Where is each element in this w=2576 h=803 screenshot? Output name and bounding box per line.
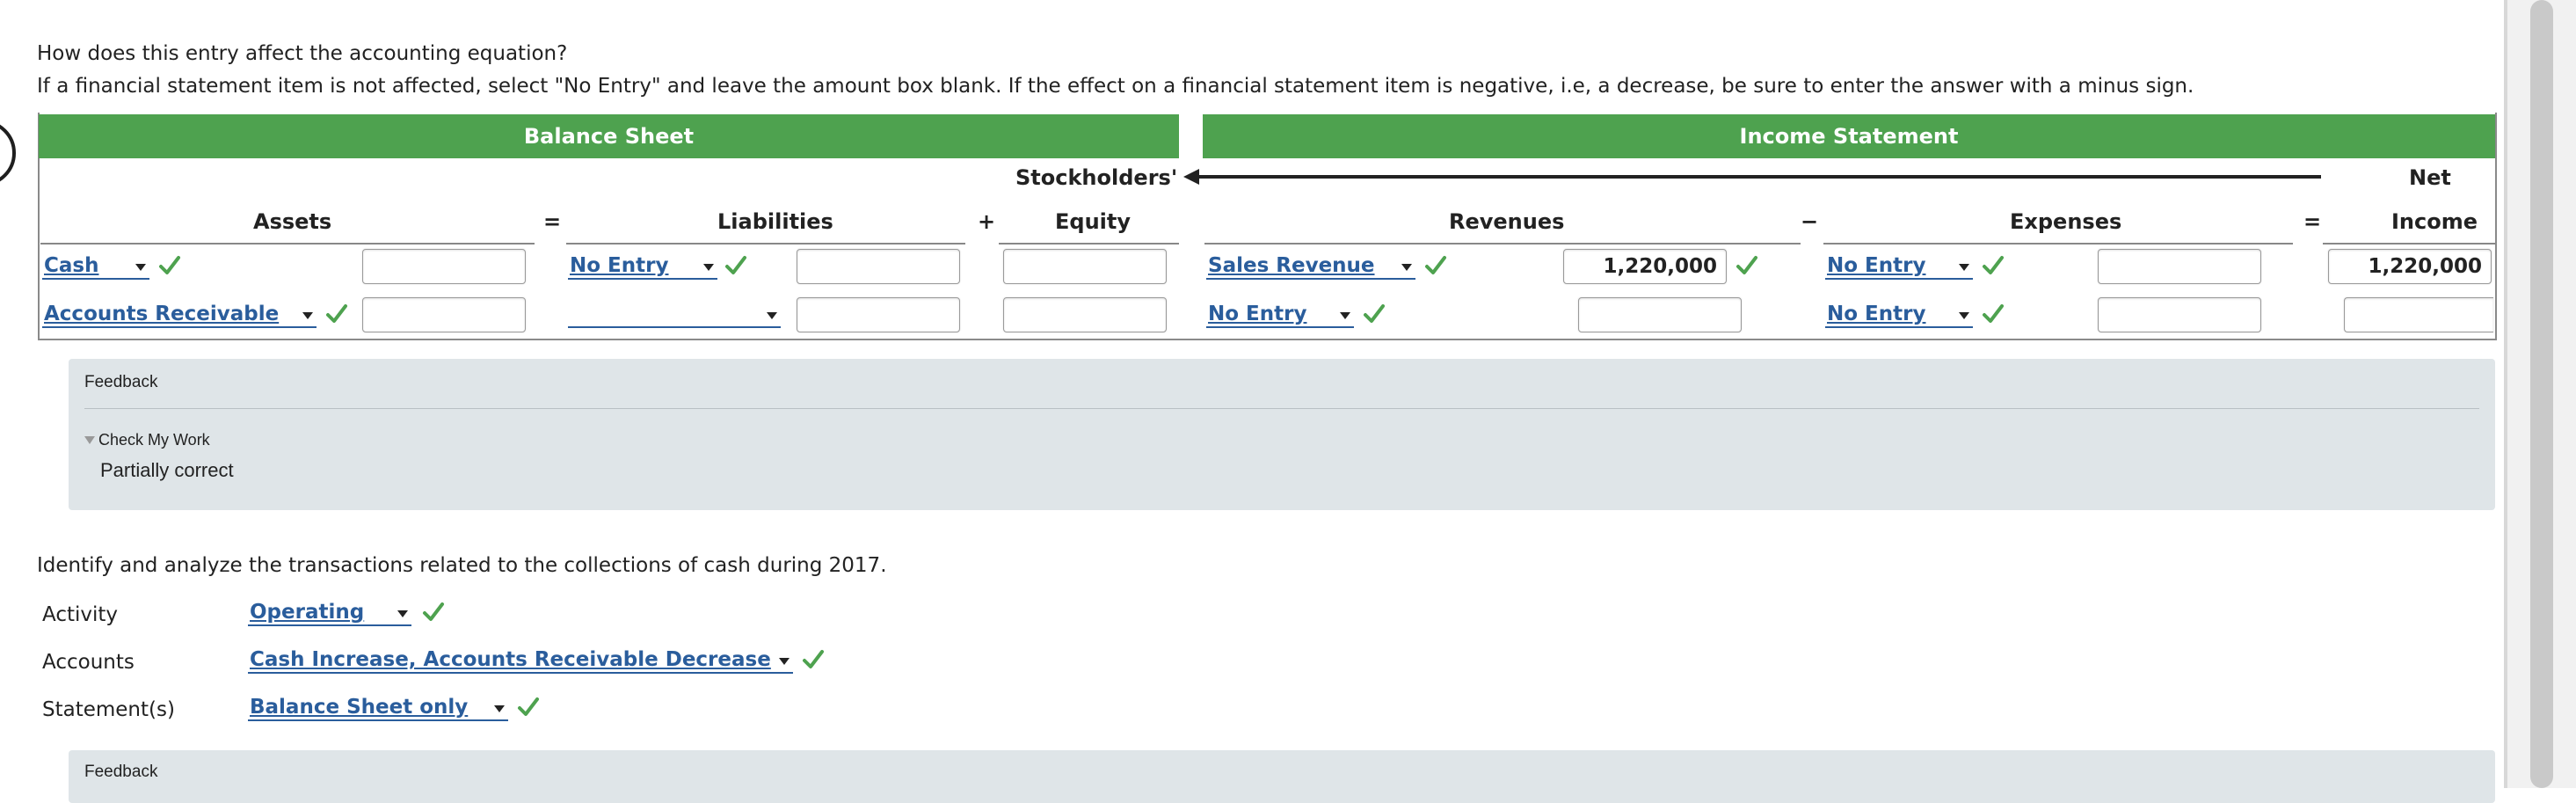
feedback-panel-2: Feedback [69, 750, 2495, 803]
scrollbar-thumb[interactable] [2530, 0, 2553, 788]
check-icon [1983, 304, 2004, 323]
dropdown-arrow-icon [1401, 264, 1412, 271]
minus-sign: − [1801, 209, 1819, 234]
accounts-label: Accounts [42, 651, 135, 674]
income-heading: Income [2391, 209, 2478, 234]
feedback-title: Feedback [84, 373, 158, 391]
statements-select[interactable]: Balance Sheet only [248, 695, 508, 721]
check-icon [803, 650, 824, 668]
net-income-input[interactable] [2344, 297, 2493, 332]
check-icon [326, 304, 347, 323]
liability-amount-input[interactable] [797, 249, 960, 284]
dropdown-arrow-icon [397, 610, 408, 617]
expense-amount-input[interactable] [2098, 297, 2261, 332]
dropdown-arrow-icon [1340, 312, 1350, 319]
check-icon [159, 256, 180, 274]
triangle-down-icon [84, 436, 95, 444]
activity-select[interactable]: Operating [248, 600, 411, 626]
activity-label: Activity [42, 603, 119, 626]
analysis-prompt: Identify and analyze the transactions re… [37, 554, 887, 577]
balance-sheet-header: Balance Sheet [39, 114, 1179, 158]
asset-amount-input[interactable] [362, 249, 526, 284]
question-text: How does this entry affect the accountin… [37, 42, 568, 65]
circle-icon [0, 120, 16, 186]
liability-account-select[interactable]: No Entry [568, 253, 717, 280]
check-icon [725, 256, 746, 274]
stockholders-heading: Stockholders' [1015, 165, 1178, 190]
income-statement-header: Income Statement [1203, 114, 2495, 158]
liability-account-select[interactable] [568, 302, 781, 328]
equals-sign-2: = [2303, 209, 2322, 234]
dropdown-arrow-icon [779, 658, 790, 665]
net-income-input[interactable]: 1,220,000 [2328, 249, 2492, 284]
revenues-heading: Revenues [1449, 209, 1565, 234]
expense-account-select[interactable]: No Entry [1825, 302, 1973, 328]
dropdown-arrow-icon [703, 264, 714, 271]
instructions-text: If a financial statement item is not aff… [37, 75, 2194, 98]
asset-account-select[interactable]: Accounts Receivable [42, 302, 317, 328]
revenue-account-select[interactable]: No Entry [1206, 302, 1354, 328]
liabilities-heading: Liabilities [717, 209, 833, 234]
check-icon [1736, 256, 1757, 274]
accounts-select[interactable]: Cash Increase, Accounts Receivable Decre… [248, 647, 793, 674]
check-my-work-toggle[interactable]: Check My Work [84, 431, 210, 449]
equity-heading: Equity [1055, 209, 1132, 234]
equals-sign: = [543, 209, 562, 234]
asset-amount-input[interactable] [362, 297, 526, 332]
equity-amount-input[interactable] [1003, 297, 1167, 332]
statements-label: Statement(s) [42, 698, 175, 721]
equity-amount-input[interactable] [1003, 249, 1167, 284]
feedback-panel: Feedback Check My Work Partially correct [69, 359, 2495, 510]
check-icon [1364, 304, 1385, 323]
dropdown-arrow-icon [1959, 264, 1969, 271]
dropdown-arrow-icon [767, 312, 777, 319]
check-icon [518, 697, 539, 716]
assets-heading: Assets [253, 209, 332, 234]
feedback-title: Feedback [84, 763, 158, 781]
check-icon [423, 602, 444, 621]
liability-amount-input[interactable] [797, 297, 960, 332]
net-heading: Net [2409, 165, 2451, 190]
revenue-amount-input[interactable]: 1,220,000 [1563, 249, 1727, 284]
dropdown-arrow-icon [135, 264, 146, 271]
asset-account-select[interactable]: Cash [42, 253, 149, 280]
expense-amount-input[interactable] [2098, 249, 2261, 284]
plus-sign: + [978, 209, 996, 234]
dropdown-arrow-icon [302, 312, 313, 319]
revenue-account-select[interactable]: Sales Revenue [1206, 253, 1415, 280]
feedback-result: Partially correct [100, 459, 234, 481]
expense-account-select[interactable]: No Entry [1825, 253, 1973, 280]
dropdown-arrow-icon [494, 705, 505, 712]
check-icon [1983, 256, 2004, 274]
check-icon [1425, 256, 1446, 274]
expenses-heading: Expenses [2010, 209, 2122, 234]
dropdown-arrow-icon [1959, 312, 1969, 319]
revenue-amount-input[interactable] [1578, 297, 1742, 332]
